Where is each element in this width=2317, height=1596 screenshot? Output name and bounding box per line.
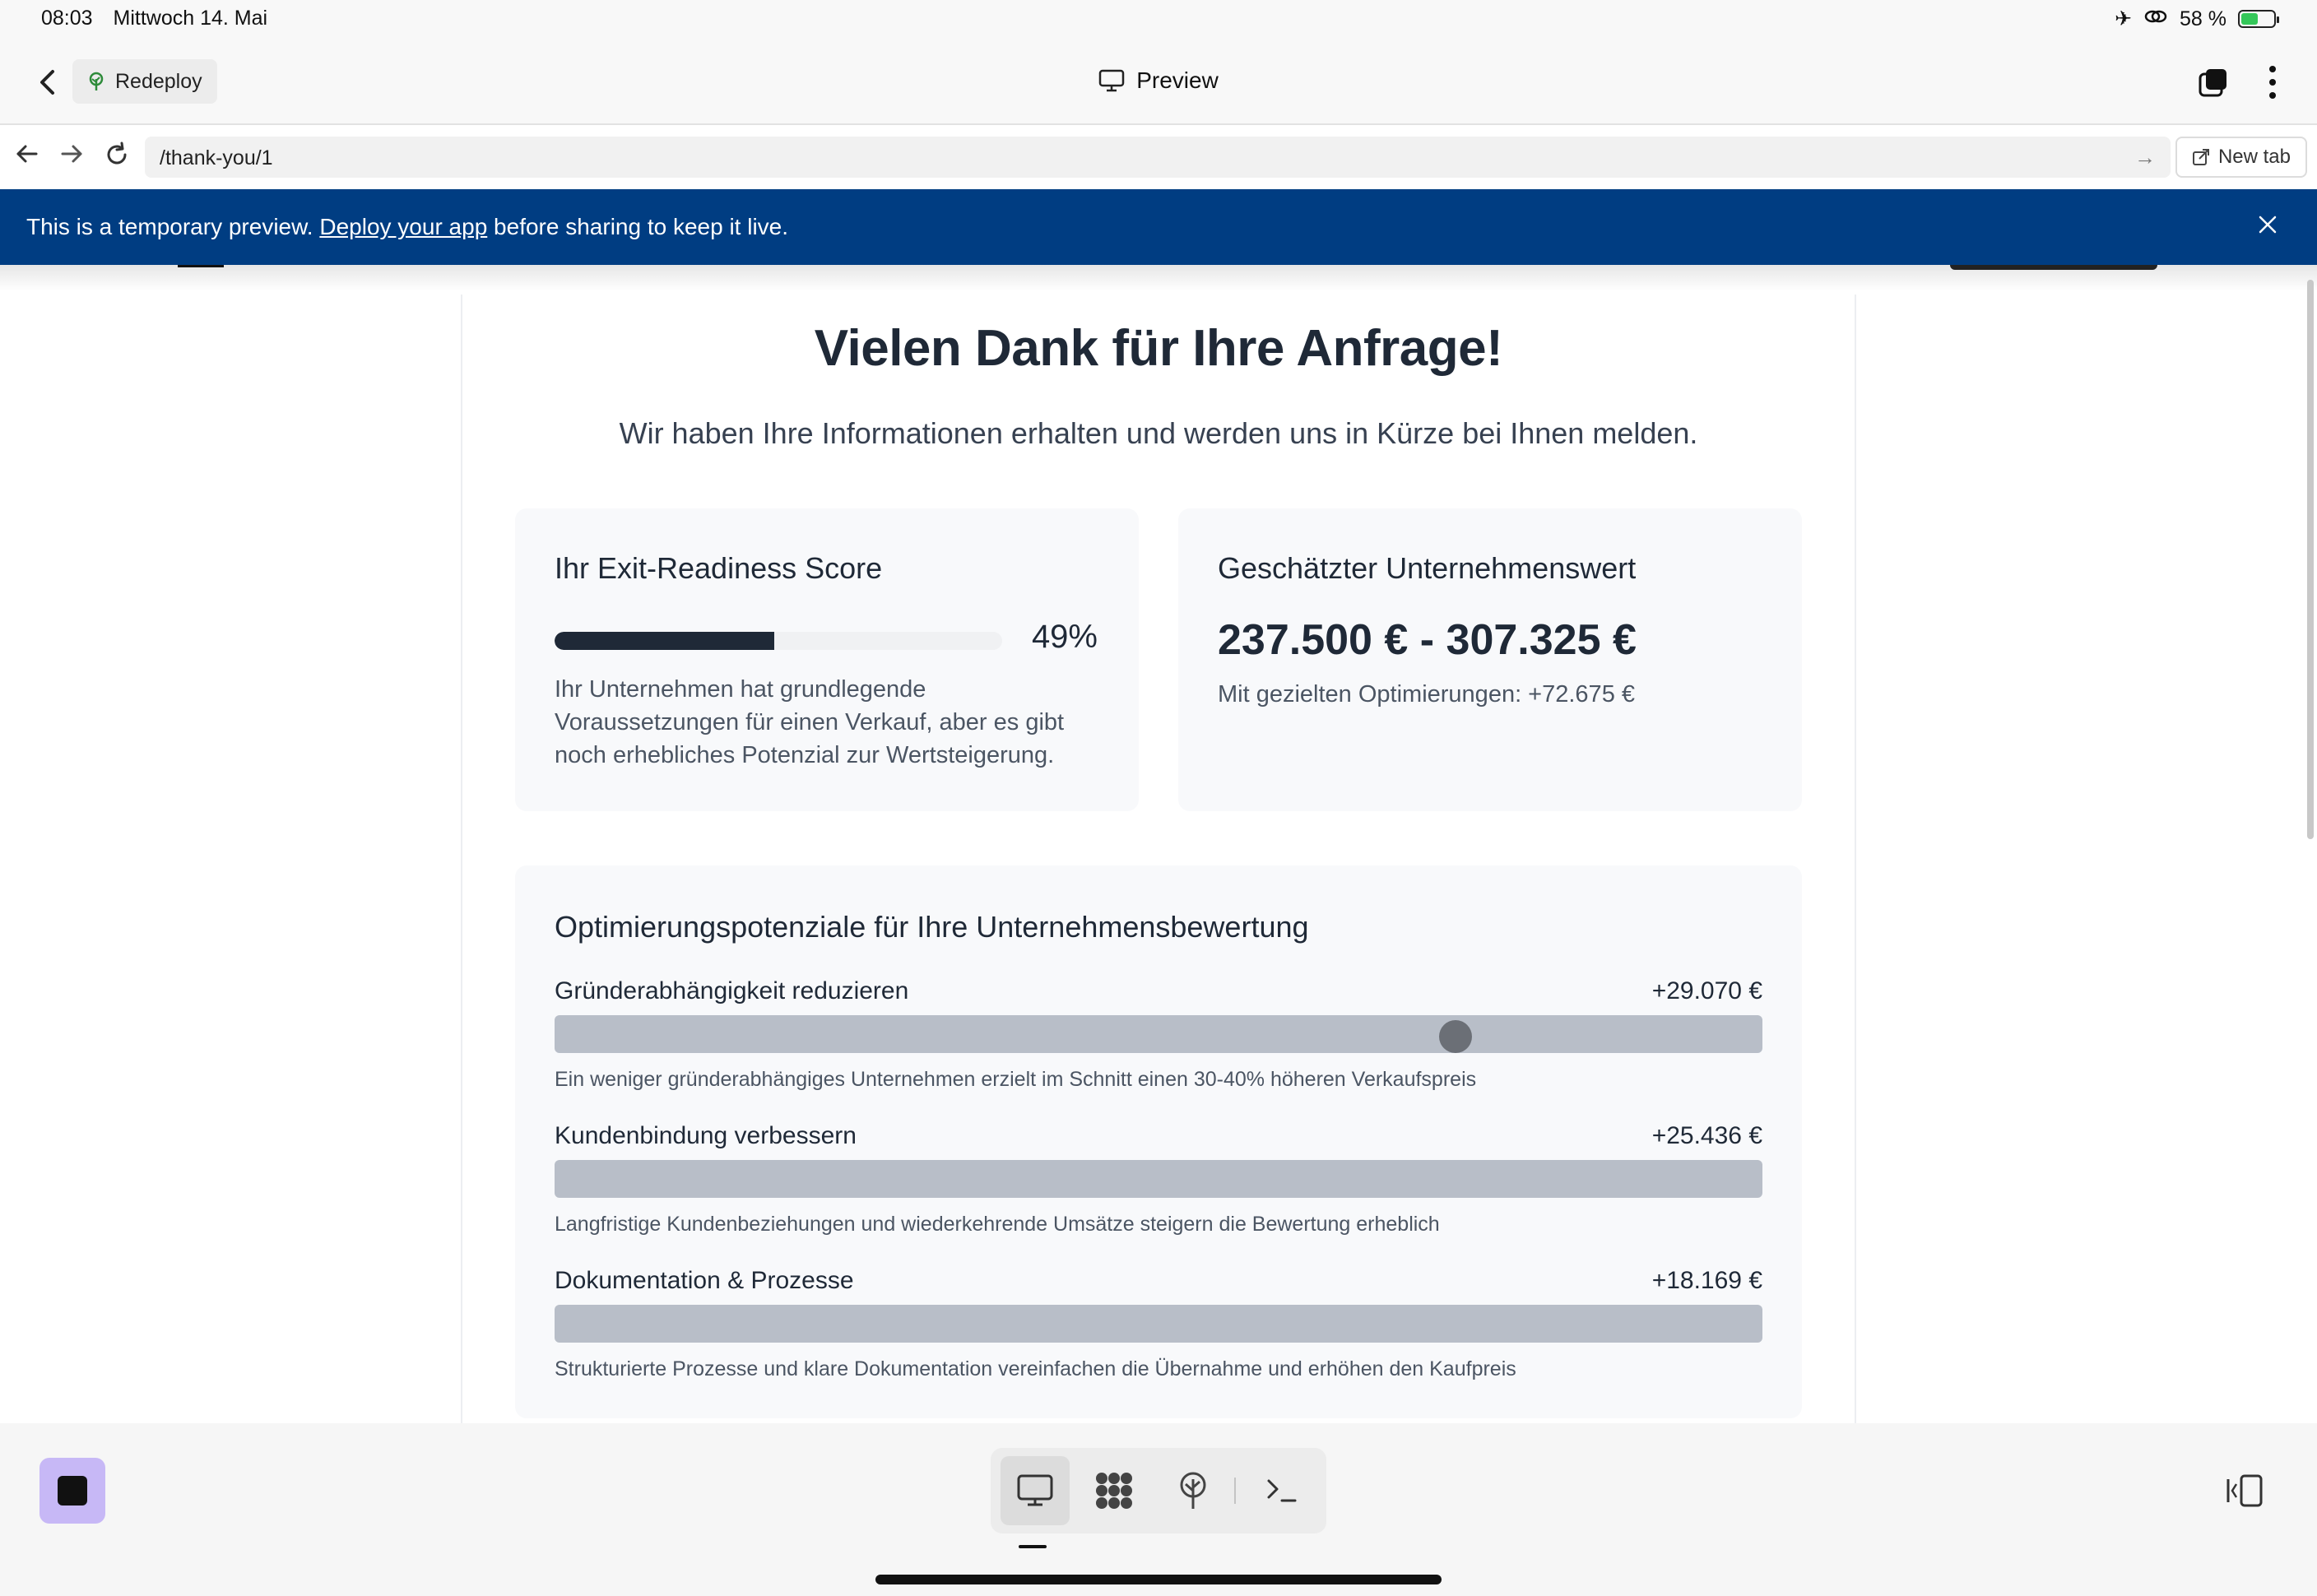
optimization-title: Optimierungspotenziale für Ihre Unterneh… — [555, 910, 1309, 944]
valuation-card: Geschätzter Unternehmenswert 237.500 € -… — [1178, 508, 1802, 811]
tabs-icon[interactable] — [2197, 66, 2230, 99]
preview-title-text: Preview — [1136, 67, 1219, 93]
optimization-label: Dokumentation & Prozesse — [555, 1267, 854, 1294]
score-percent: 49% — [1031, 619, 1098, 655]
grid-icon — [1096, 1473, 1132, 1509]
slider-thumb[interactable] — [1439, 1020, 1473, 1053]
score-progress-fill — [555, 632, 774, 650]
reload-icon[interactable] — [104, 142, 130, 174]
web-content: Vielen Dank für Ihre Anfrage! Wir haben … — [0, 265, 2317, 1423]
banner-text-after: before sharing to keep it live. — [494, 214, 789, 239]
valuation-title: Geschätzter Unternehmenswert — [1218, 551, 1637, 585]
optimization-label: Gründerabhängigkeit reduzieren — [555, 977, 909, 1004]
monitor-icon — [1017, 1474, 1053, 1506]
header-button-edge[interactable] — [1950, 265, 2157, 270]
panel-icon[interactable] — [2225, 1473, 2264, 1509]
airplane-icon: ✈ — [2115, 7, 2133, 30]
status-time-date: 08:03 Mittwoch 14. Mai — [41, 7, 282, 30]
terminal-icon — [1267, 1479, 1297, 1502]
divider — [1234, 1478, 1236, 1504]
stop-button[interactable] — [39, 1458, 105, 1524]
close-icon[interactable] — [2251, 209, 2284, 242]
valuation-range: 237.500 € - 307.325 € — [1218, 616, 1637, 664]
more-vertical-icon[interactable] — [2263, 63, 2282, 102]
optimization-label: Kundenbindung verbessern — [555, 1122, 857, 1149]
banner-text-before: This is a temporary preview. — [26, 214, 313, 239]
arrow-left-icon[interactable] — [15, 142, 39, 172]
optimization-value: +18.169 € — [1651, 1267, 1762, 1294]
arrow-go-icon[interactable]: → — [2134, 145, 2156, 170]
thank-you-card: Vielen Dank für Ihre Anfrage! Wir haben … — [461, 295, 1856, 1423]
preview-view-button[interactable] — [1001, 1456, 1070, 1525]
external-link-icon — [2192, 149, 2209, 165]
home-indicator[interactable] — [875, 1575, 1442, 1584]
banner-text: This is a temporary preview. Deploy your… — [26, 214, 788, 240]
optimization-slider[interactable] — [555, 1305, 1762, 1343]
status-indicators: ✈ 58 % — [2115, 7, 2279, 31]
optimization-description: Strukturierte Prozesse und klare Dokumen… — [555, 1357, 1516, 1380]
console-view-button[interactable] — [1247, 1456, 1316, 1525]
page-subtitle: Wir haben Ihre Informationen erhalten un… — [619, 416, 1698, 450]
monitor-icon — [1098, 69, 1125, 92]
score-card: Ihr Exit-Readiness Score 49% Ihr Unterne… — [515, 508, 1139, 811]
optimization-slider[interactable] — [555, 1015, 1762, 1053]
score-description: Ihr Unternehmen hat grundlegende Vorauss… — [555, 676, 1065, 768]
status-bar: 08:03 Mittwoch 14. Mai ✈ 58 % — [0, 0, 2317, 39]
new-tab-button[interactable]: New tab — [2175, 137, 2307, 178]
status-time: 08:03 — [41, 7, 93, 30]
battery-percent: 58 % — [2180, 7, 2226, 30]
tree-icon — [1180, 1472, 1206, 1509]
optimization-value: +25.436 € — [1651, 1122, 1762, 1149]
grid-view-button[interactable] — [1080, 1456, 1149, 1525]
link-icon — [2143, 7, 2168, 31]
app-toolbar: Redeploy Preview — [0, 39, 2317, 125]
battery-icon — [2238, 10, 2279, 28]
active-view-indicator — [1019, 1545, 1047, 1548]
valuation-note: Mit gezielten Optimierungen: +72.675 € — [1218, 681, 1636, 708]
stop-icon — [58, 1476, 87, 1506]
deploy-app-link[interactable]: Deploy your app — [319, 214, 487, 239]
score-title: Ihr Exit-Readiness Score — [555, 551, 883, 585]
preview-banner: This is a temporary preview. Deploy your… — [0, 189, 2317, 265]
optimization-description: Langfristige Kundenbeziehungen und wiede… — [555, 1213, 1440, 1236]
new-tab-label: New tab — [2217, 146, 2291, 168]
page-title: Vielen Dank für Ihre Anfrage! — [814, 320, 1503, 377]
deploy-view-button[interactable] — [1158, 1456, 1228, 1525]
score-progress-bar — [555, 632, 1002, 650]
scrollbar[interactable] — [2307, 280, 2314, 839]
optimization-item: Gründerabhängigkeit reduzieren +29.070 €… — [555, 977, 1762, 1109]
url-bar: /thank-you/1 → New tab — [0, 125, 2317, 189]
url-text: /thank-you/1 — [160, 146, 273, 169]
view-switcher — [991, 1448, 1326, 1533]
bottom-dock — [0, 1423, 2317, 1596]
optimization-item: Dokumentation & Prozesse +18.169 € Struk… — [555, 1267, 1762, 1399]
preview-title: Preview — [0, 67, 2317, 98]
arrow-right-icon[interactable] — [59, 142, 84, 172]
url-input[interactable]: /thank-you/1 → — [145, 137, 2171, 178]
optimization-item: Kundenbindung verbessern +25.436 € Langf… — [555, 1122, 1762, 1254]
header-underline — [178, 265, 224, 267]
status-date: Mittwoch 14. Mai — [113, 7, 268, 30]
battery-level — [2241, 13, 2259, 25]
optimization-value: +29.070 € — [1651, 977, 1762, 1004]
optimization-slider[interactable] — [555, 1160, 1762, 1198]
optimization-description: Ein weniger gründerabhängiges Unternehme… — [555, 1068, 1477, 1091]
optimization-card: Optimierungspotenziale für Ihre Unterneh… — [515, 865, 1802, 1418]
